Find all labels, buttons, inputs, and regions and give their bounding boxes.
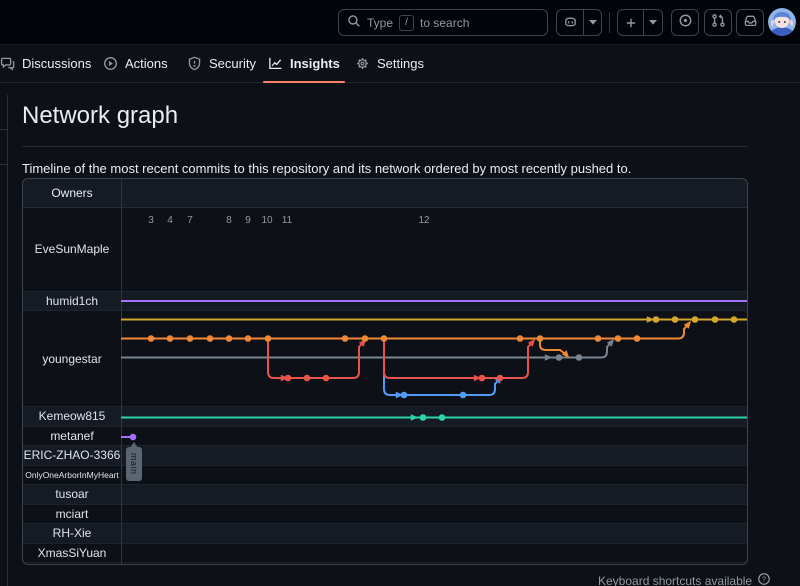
issues-button[interactable] bbox=[671, 9, 699, 36]
sidebar-edge bbox=[7, 95, 8, 586]
question-circle-icon: ? bbox=[757, 572, 771, 586]
sidebar-item-border-top bbox=[0, 129, 8, 130]
copilot-caret[interactable] bbox=[583, 10, 601, 35]
tab-security[interactable]: Security bbox=[187, 45, 256, 82]
page-description: Timeline of the most recent commits to t… bbox=[22, 161, 748, 176]
slash-key-hint: / bbox=[399, 15, 414, 31]
tab-label: Settings bbox=[377, 56, 424, 71]
tab-label: Insights bbox=[290, 56, 340, 71]
tab-label: Actions bbox=[125, 56, 168, 71]
create-new-button[interactable] bbox=[617, 9, 663, 36]
search-placeholder-suffix: to search bbox=[420, 16, 469, 30]
search-icon bbox=[347, 14, 361, 31]
avatar[interactable] bbox=[768, 8, 796, 36]
title-divider bbox=[22, 146, 748, 147]
active-tab-underline bbox=[263, 81, 345, 83]
copilot-button[interactable] bbox=[556, 9, 602, 36]
branch-tag-main: main bbox=[126, 447, 142, 481]
keyboard-shortcuts-hint[interactable]: Keyboard shortcuts available ? bbox=[598, 572, 771, 586]
play-icon bbox=[103, 56, 118, 71]
create-new-caret[interactable] bbox=[643, 10, 662, 35]
main-content: Network graph Timeline of the most recen… bbox=[22, 95, 748, 176]
git-pull-request-icon bbox=[711, 13, 726, 33]
tab-insights[interactable]: Insights bbox=[268, 45, 340, 82]
comment-discussion-icon bbox=[0, 56, 15, 71]
search-input[interactable]: Type / to search bbox=[338, 9, 548, 36]
tab-label: Discussions bbox=[22, 56, 91, 71]
search-placeholder-prefix: Type bbox=[367, 16, 393, 30]
tab-label: Security bbox=[209, 56, 256, 71]
tab-settings[interactable]: Settings bbox=[355, 45, 424, 82]
inbox-icon bbox=[743, 13, 758, 33]
issue-opened-icon bbox=[678, 13, 693, 33]
commit-graph[interactable] bbox=[23, 179, 748, 565]
page-title: Network graph bbox=[22, 102, 748, 130]
shield-icon bbox=[187, 56, 202, 71]
network-graph-table: Owners EveSunMaplehumid1chyoungestarKeme… bbox=[22, 178, 748, 565]
repo-tab-bar: Discussions Actions Security Insights Settin… bbox=[0, 45, 800, 83]
inbox-button[interactable] bbox=[736, 9, 764, 36]
plus-icon bbox=[618, 10, 643, 35]
sidebar-item-border-bottom bbox=[0, 164, 8, 165]
pull-requests-button[interactable] bbox=[704, 9, 732, 36]
branch-tag-label: main bbox=[129, 453, 139, 475]
svg-text:?: ? bbox=[762, 575, 766, 584]
top-bar: Type / to search bbox=[0, 0, 800, 45]
topbar-separator bbox=[609, 12, 610, 33]
tab-discussions[interactable]: Discussions bbox=[0, 45, 91, 82]
keyboard-shortcuts-text: Keyboard shortcuts available bbox=[598, 574, 752, 586]
tab-actions[interactable]: Actions bbox=[103, 45, 168, 82]
copilot-icon bbox=[557, 10, 583, 35]
graph-icon bbox=[268, 56, 283, 71]
gear-icon bbox=[355, 56, 370, 71]
